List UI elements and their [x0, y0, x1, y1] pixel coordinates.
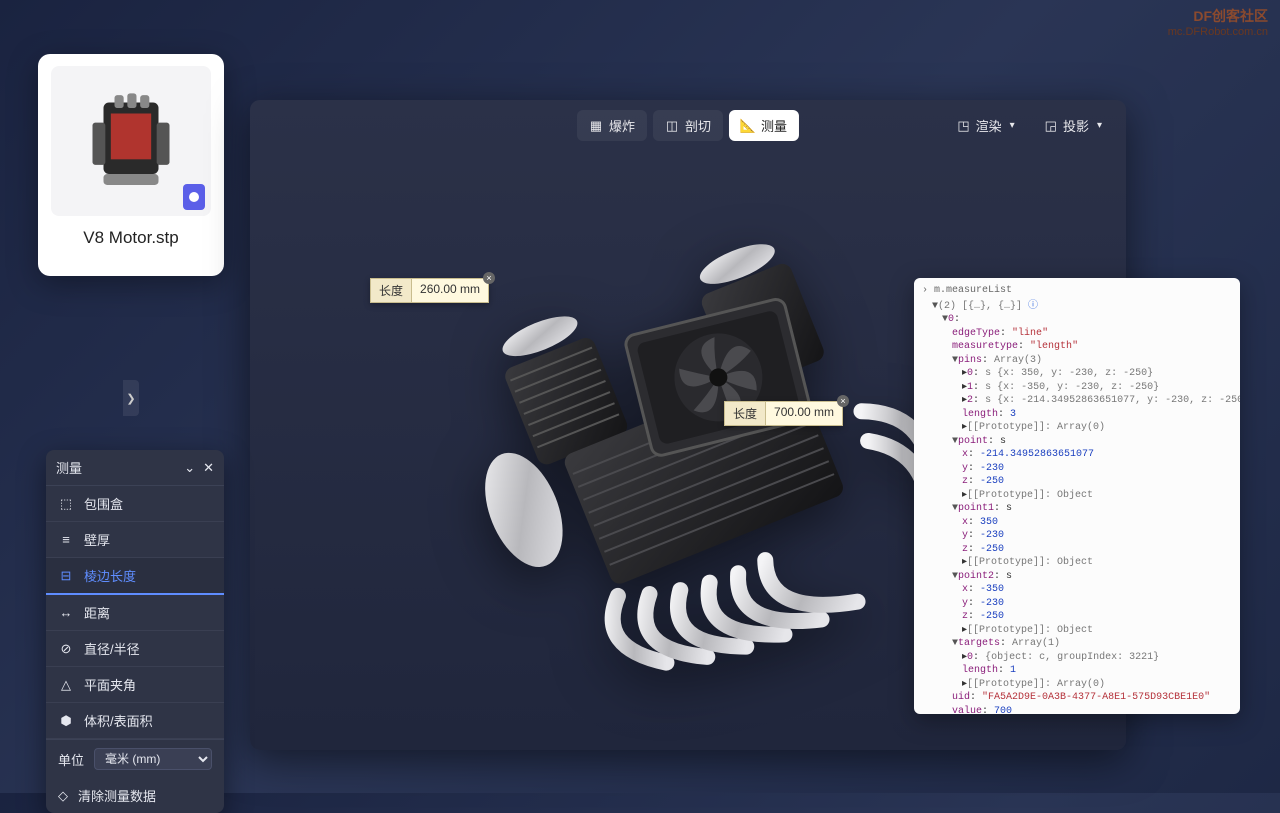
watermark: DF创客社区 mc.DFRobot.com.cn — [1168, 6, 1268, 38]
measure-panel-title: 测量 — [56, 458, 82, 477]
file-thumbnail — [51, 66, 211, 216]
unit-label: 单位 — [58, 750, 84, 769]
unit-row: 单位 毫米 (mm) — [46, 739, 224, 778]
file-name: V8 Motor.stp — [83, 228, 178, 248]
measure-tag-label: 长度 — [724, 401, 766, 426]
measure-tag-label: 长度 — [370, 278, 412, 303]
measure-option[interactable]: ⬚ 包围盒 — [46, 486, 224, 522]
option-label: 壁厚 — [84, 530, 110, 549]
explode-button[interactable]: ▦ 爆炸 — [577, 110, 647, 141]
option-label: 距离 — [84, 603, 110, 622]
watermark-sub: mc.DFRobot.com.cn — [1168, 26, 1268, 38]
render-dropdown[interactable]: ◳ 渲染 — [947, 110, 1024, 141]
option-icon: ↔ — [58, 605, 74, 620]
render-icon: ◳ — [957, 118, 969, 134]
engine-model[interactable] — [448, 209, 928, 689]
option-icon: ⬢ — [58, 713, 74, 729]
option-label: 直径/半径 — [84, 639, 140, 658]
option-label: 棱边长度 — [84, 566, 136, 585]
file-type-badge-icon — [183, 184, 205, 210]
expand-handle[interactable]: ❯ — [123, 380, 139, 416]
option-label: 体积/表面积 — [84, 711, 153, 730]
file-card[interactable]: V8 Motor.stp — [38, 54, 224, 276]
option-label: 包围盒 — [84, 494, 123, 513]
top-toolbar: ▦ 爆炸 ◫ 剖切 📐 测量 — [577, 110, 799, 141]
measure-panel-header: 测量 ⌄ ✕ — [46, 450, 224, 486]
section-icon: ◫ — [665, 119, 679, 133]
measure-option[interactable]: ⊟ 棱边长度 — [46, 558, 224, 595]
measure-option[interactable]: △ 平面夹角 — [46, 667, 224, 703]
render-label: 渲染 — [976, 116, 1002, 135]
watermark-title: DF创客社区 — [1168, 6, 1268, 26]
measure-tag-1[interactable]: 长度 260.00 mm × — [370, 278, 489, 303]
option-icon: ⬚ — [58, 496, 74, 512]
measure-option[interactable]: ⊘ 直径/半径 — [46, 631, 224, 667]
measure-option[interactable]: ⬢ 体积/表面积 — [46, 703, 224, 739]
option-icon: △ — [58, 677, 74, 693]
section-label: 剖切 — [685, 116, 711, 135]
option-icon: ⊟ — [58, 568, 74, 584]
measure-icon: 📐 — [741, 119, 755, 133]
unit-select[interactable]: 毫米 (mm) — [94, 748, 212, 770]
clear-measurements[interactable]: ◇ 清除测量数据 — [46, 778, 224, 813]
measure-tag-value: 260.00 mm — [412, 278, 489, 303]
clear-label: 清除测量数据 — [78, 786, 156, 805]
option-icon: ≡ — [58, 532, 74, 547]
close-icon[interactable]: × — [837, 395, 849, 407]
explode-icon: ▦ — [589, 119, 603, 133]
measure-option[interactable]: ≡ 壁厚 — [46, 522, 224, 558]
explode-label: 爆炸 — [609, 116, 635, 135]
option-icon: ⊘ — [58, 641, 74, 657]
measure-button[interactable]: 📐 测量 — [729, 110, 799, 141]
close-icon[interactable]: × — [483, 272, 495, 284]
measure-tag-2[interactable]: 长度 700.00 mm × — [724, 401, 843, 426]
collapse-icon[interactable]: ⌄ — [184, 460, 195, 476]
projection-icon: ◲ — [1045, 118, 1057, 134]
devtools-console[interactable]: › m.measureList ▼(2) [{…}, {…}] ⓘ ▼0: ed… — [914, 278, 1240, 714]
projection-label: 投影 — [1063, 116, 1089, 135]
toolbar-right: ◳ 渲染 ◲ 投影 — [947, 110, 1112, 141]
measure-label: 测量 — [761, 116, 787, 135]
measure-tag-value: 700.00 mm — [766, 401, 843, 426]
console-expr: m.measureList — [934, 285, 1012, 296]
measure-option[interactable]: ↔ 距离 — [46, 595, 224, 631]
close-icon[interactable]: ✕ — [203, 460, 214, 476]
projection-dropdown[interactable]: ◲ 投影 — [1035, 110, 1112, 141]
measure-panel: 测量 ⌄ ✕ ⬚ 包围盒 ≡ 壁厚 ⊟ 棱边长度 ↔ 距离 ⊘ 直径/半径 △ 平面夹角 ⬢ 体积/表面积… — [46, 450, 224, 813]
section-button[interactable]: ◫ 剖切 — [653, 110, 723, 141]
option-label: 平面夹角 — [84, 675, 136, 694]
eraser-icon: ◇ — [58, 788, 68, 804]
